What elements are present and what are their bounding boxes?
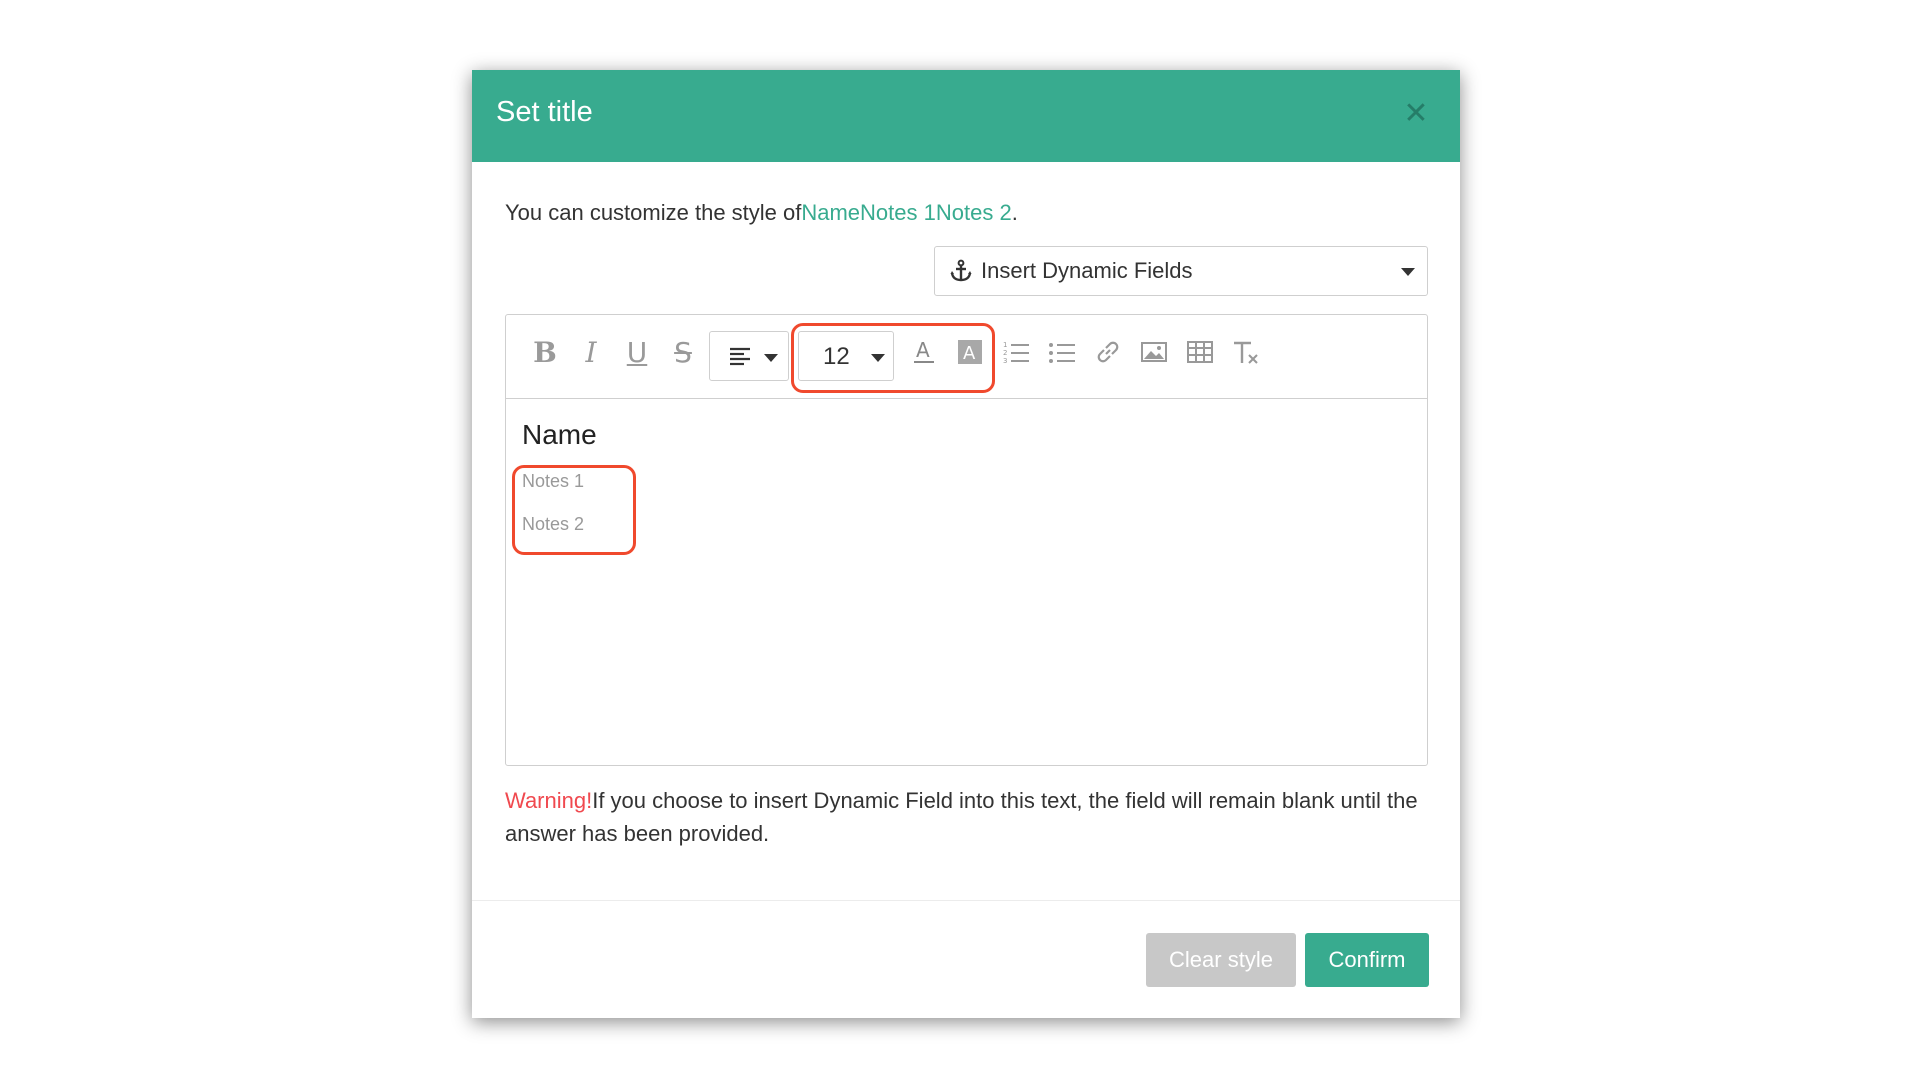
intro-text: You can customize the style ofNameNotes …	[505, 200, 1018, 226]
editor-content[interactable]: Name Notes 1 Notes 2	[506, 399, 1427, 577]
rich-text-editor: B I U S 12 A A 1 2 3 Name Notes 1 Notes …	[505, 314, 1428, 766]
warning-message: Warning!If you choose to insert Dynamic …	[505, 784, 1435, 850]
set-title-dialog: Set title ✕ You can customize the style …	[472, 70, 1460, 1018]
align-left-icon	[730, 347, 750, 366]
editor-toolbar: B I U S 12 A A 1 2 3	[506, 315, 1427, 399]
italic-button[interactable]: I	[572, 333, 610, 371]
notes-highlight	[512, 465, 636, 555]
strikethrough-button[interactable]: S	[664, 333, 702, 371]
bullet-list-icon[interactable]	[1043, 333, 1081, 371]
dialog-footer: Clear style Confirm	[472, 900, 1460, 1018]
font-size-value: 12	[823, 343, 850, 370]
dialog-header: Set title ✕	[472, 70, 1460, 162]
svg-text:A: A	[963, 343, 976, 364]
intro-suffix: .	[1011, 200, 1018, 225]
intro-field-names: NameNotes 1Notes 2	[801, 200, 1012, 225]
anchor-icon	[950, 259, 972, 282]
intro-prefix: You can customize the style of	[505, 200, 802, 225]
font-color-icon[interactable]: A	[905, 333, 943, 371]
clear-style-button[interactable]: Clear style	[1146, 933, 1296, 987]
chevron-down-icon	[764, 354, 778, 362]
background-color-icon[interactable]: A	[951, 333, 989, 371]
clear-format-icon[interactable]	[1227, 333, 1265, 371]
svg-text:A: A	[916, 338, 930, 362]
chevron-down-icon	[1401, 268, 1415, 276]
editor-line-name: Name	[522, 419, 597, 450]
align-dropdown[interactable]	[709, 331, 789, 381]
editor-line-notes-2: Notes 2	[522, 514, 585, 534]
insert-dynamic-fields-dropdown[interactable]: Insert Dynamic Fields	[934, 246, 1428, 296]
underline-button[interactable]: U	[618, 333, 656, 371]
warning-label: Warning!	[505, 788, 593, 813]
font-size-dropdown[interactable]: 12	[798, 331, 894, 381]
svg-text:3: 3	[1003, 357, 1007, 365]
editor-line-notes-1: Notes 1	[522, 471, 585, 491]
dialog-title: Set title	[496, 96, 593, 128]
ordered-list-icon[interactable]: 1 2 3	[997, 333, 1035, 371]
bold-button[interactable]: B	[526, 333, 564, 371]
close-icon[interactable]: ✕	[1400, 98, 1432, 130]
chevron-down-icon	[871, 354, 885, 362]
svg-text:2: 2	[1003, 349, 1007, 357]
confirm-button[interactable]: Confirm	[1305, 933, 1429, 987]
image-icon[interactable]	[1135, 333, 1173, 371]
table-icon[interactable]	[1181, 333, 1219, 371]
svg-text:1: 1	[1003, 341, 1007, 349]
link-icon[interactable]	[1089, 333, 1127, 371]
warning-text: If you choose to insert Dynamic Field in…	[505, 788, 1418, 846]
insert-dynamic-fields-label: Insert Dynamic Fields	[981, 258, 1193, 283]
